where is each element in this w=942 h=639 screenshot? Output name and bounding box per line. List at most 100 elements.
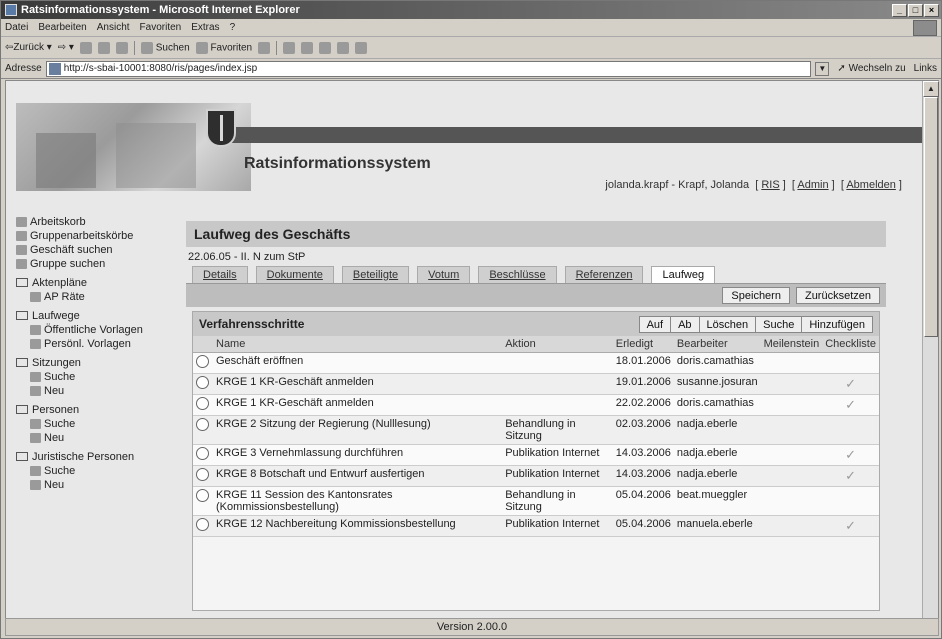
nav-arbeitskorb[interactable]: Arbeitskorb <box>16 215 186 228</box>
row-radio[interactable] <box>196 518 209 531</box>
nav-personen[interactable]: Personen <box>16 403 186 416</box>
nav-personen-neu[interactable]: Neu <box>16 431 186 444</box>
menu-bar: Datei Bearbeiten Ansicht Favoriten Extra… <box>1 19 941 37</box>
toolbar-separator <box>276 40 278 55</box>
down-button[interactable]: Ab <box>670 315 699 333</box>
nav-personen-suche[interactable]: Suche <box>16 417 186 430</box>
nav-sitzungen[interactable]: Sitzungen <box>16 356 186 369</box>
print-icon[interactable] <box>301 41 314 54</box>
edit-icon[interactable] <box>319 41 332 54</box>
menu-datei[interactable]: Datei <box>5 22 28 33</box>
back-button[interactable]: ⇦Zurück ▾ <box>5 42 52 53</box>
table-row[interactable]: KRGE 1 KR-Geschäft anmelden 19.01.2006 sus… <box>193 373 879 395</box>
cell-checkliste <box>822 415 879 445</box>
menu-extras[interactable]: Extras <box>191 22 219 33</box>
person-new-icon <box>30 479 41 490</box>
cell-checkliste <box>822 352 879 374</box>
tab-laufweg[interactable]: Laufweg <box>651 266 716 283</box>
scroll-thumb[interactable] <box>924 97 938 337</box>
nav-persoenl-vorlagen[interactable]: Persönl. Vorlagen <box>16 337 186 350</box>
close-button[interactable]: × <box>924 3 939 17</box>
cell-erledigt: 14.03.2006 <box>612 444 674 466</box>
link-admin[interactable]: Admin <box>797 179 828 191</box>
add-step-button[interactable]: Hinzufügen <box>801 315 873 333</box>
tab-details[interactable]: Details <box>192 266 248 283</box>
table-row[interactable]: KRGE 12 Nachbereitung Kommissionsbestell… <box>193 515 879 537</box>
nav-gruppenarbeitskoerbe[interactable]: Gruppenarbeitskörbe <box>16 229 186 242</box>
nav-ap-raete[interactable]: AP Räte <box>16 290 186 303</box>
messenger-icon[interactable] <box>355 41 368 54</box>
cell-aktion: Behandlung in Sitzung <box>502 486 613 516</box>
up-button[interactable]: Auf <box>638 315 671 333</box>
table-row[interactable]: KRGE 8 Botschaft und Entwurf ausfertigen… <box>193 465 879 487</box>
row-radio[interactable] <box>196 418 209 431</box>
go-button[interactable]: ➚ Wechseln zu <box>833 63 909 74</box>
nav-aktenplaene[interactable]: Aktenpläne <box>16 276 186 289</box>
cell-bearbeiter: susanne.josuran <box>673 373 761 395</box>
menu-bearbeiten[interactable]: Bearbeiten <box>38 22 86 33</box>
table-row[interactable]: KRGE 11 Session des Kantonsrates (Kommis… <box>193 486 879 516</box>
row-radio[interactable] <box>196 489 209 502</box>
favorites-button[interactable]: Favoriten <box>195 41 252 54</box>
favorites-icon <box>195 41 208 54</box>
menu-ansicht[interactable]: Ansicht <box>97 22 130 33</box>
stop-icon[interactable] <box>79 41 92 54</box>
delete-button[interactable]: Löschen <box>698 315 756 333</box>
mail-icon[interactable] <box>283 41 296 54</box>
cell-select <box>193 486 213 516</box>
minimize-button[interactable]: _ <box>892 3 907 17</box>
table-row[interactable]: KRGE 1 KR-Geschäft anmelden 22.02.2006 dor… <box>193 394 879 416</box>
table-row[interactable]: KRGE 3 Vernehmlassung durchführen Publika… <box>193 444 879 466</box>
tab-referenzen[interactable]: Referenzen <box>564 266 644 283</box>
nav-juristische-suche[interactable]: Suche <box>16 464 186 477</box>
user-name: jolanda.krapf - Krapf, Jolanda <box>605 179 750 191</box>
menu-favoriten[interactable]: Favoriten <box>140 22 182 33</box>
tab-dokumente[interactable]: Dokumente <box>255 266 334 283</box>
table-row[interactable]: Geschäft eröffnen 18.01.2006 doris.camathi… <box>193 352 879 374</box>
nav-sitzungen-neu[interactable]: Neu <box>16 384 186 397</box>
cell-meilenstein <box>760 515 823 537</box>
nav-juristische-personen[interactable]: Juristische Personen <box>16 450 186 463</box>
nav-geschaeft-suchen[interactable]: Geschäft suchen <box>16 243 186 256</box>
discuss-icon[interactable] <box>337 41 350 54</box>
cell-name: KRGE 11 Session des Kantonsrates (Kommis… <box>213 486 503 516</box>
tab-beteiligte[interactable]: Beteiligte <box>341 266 410 283</box>
table-row[interactable]: KRGE 2 Sitzung der Regierung (Nulllesung… <box>193 415 879 445</box>
save-button[interactable]: Speichern <box>722 287 790 304</box>
menu-help[interactable]: ? <box>230 22 236 33</box>
page-scrollbar[interactable]: ▲ <box>922 81 939 619</box>
cell-select <box>193 394 213 416</box>
row-radio[interactable] <box>196 376 209 389</box>
history-icon[interactable] <box>258 41 271 54</box>
cell-select <box>193 373 213 395</box>
address-dropdown[interactable]: ▼ <box>815 61 830 76</box>
col-erledigt: Erledigt <box>612 336 674 353</box>
nav-oeffentliche-vorlagen[interactable]: Öffentliche Vorlagen <box>16 323 186 336</box>
cell-bearbeiter: manuela.eberle <box>673 515 761 537</box>
refresh-icon[interactable] <box>97 41 110 54</box>
nav-sitzungen-suche[interactable]: Suche <box>16 370 186 383</box>
address-field[interactable]: http://s-sbai-10001:8080/ris/pages/index… <box>45 60 812 77</box>
tab-votum[interactable]: Votum <box>417 266 471 283</box>
nav-juristische-neu[interactable]: Neu <box>16 478 186 491</box>
reset-button[interactable]: Zurücksetzen <box>795 287 880 304</box>
tab-beschluesse[interactable]: Beschlüsse <box>478 266 557 283</box>
row-radio[interactable] <box>196 355 209 368</box>
link-abmelden[interactable]: Abmelden <box>846 179 896 191</box>
scroll-up-arrow-icon[interactable]: ▲ <box>923 81 939 97</box>
search-step-button[interactable]: Suche <box>755 315 802 333</box>
nav-laufwege[interactable]: Laufwege <box>16 309 186 322</box>
cell-checkliste: ✓ <box>822 515 879 537</box>
nav-gruppe-suchen[interactable]: Gruppe suchen <box>16 257 186 270</box>
home-icon[interactable] <box>115 41 128 54</box>
row-radio[interactable] <box>196 397 209 410</box>
search-button[interactable]: Suchen <box>140 41 190 54</box>
forward-button[interactable]: ⇨ ▾ <box>58 42 74 53</box>
links-button[interactable]: Links <box>914 63 937 74</box>
maximize-button[interactable]: □ <box>908 3 923 17</box>
row-radio[interactable] <box>196 468 209 481</box>
row-radio[interactable] <box>196 447 209 460</box>
business-subtitle: 22.06.05 - II. N zum StP <box>188 251 306 263</box>
user-line: jolanda.krapf - Krapf, Jolanda [ RIS ] [… <box>605 179 902 191</box>
link-ris[interactable]: RIS <box>761 179 779 191</box>
